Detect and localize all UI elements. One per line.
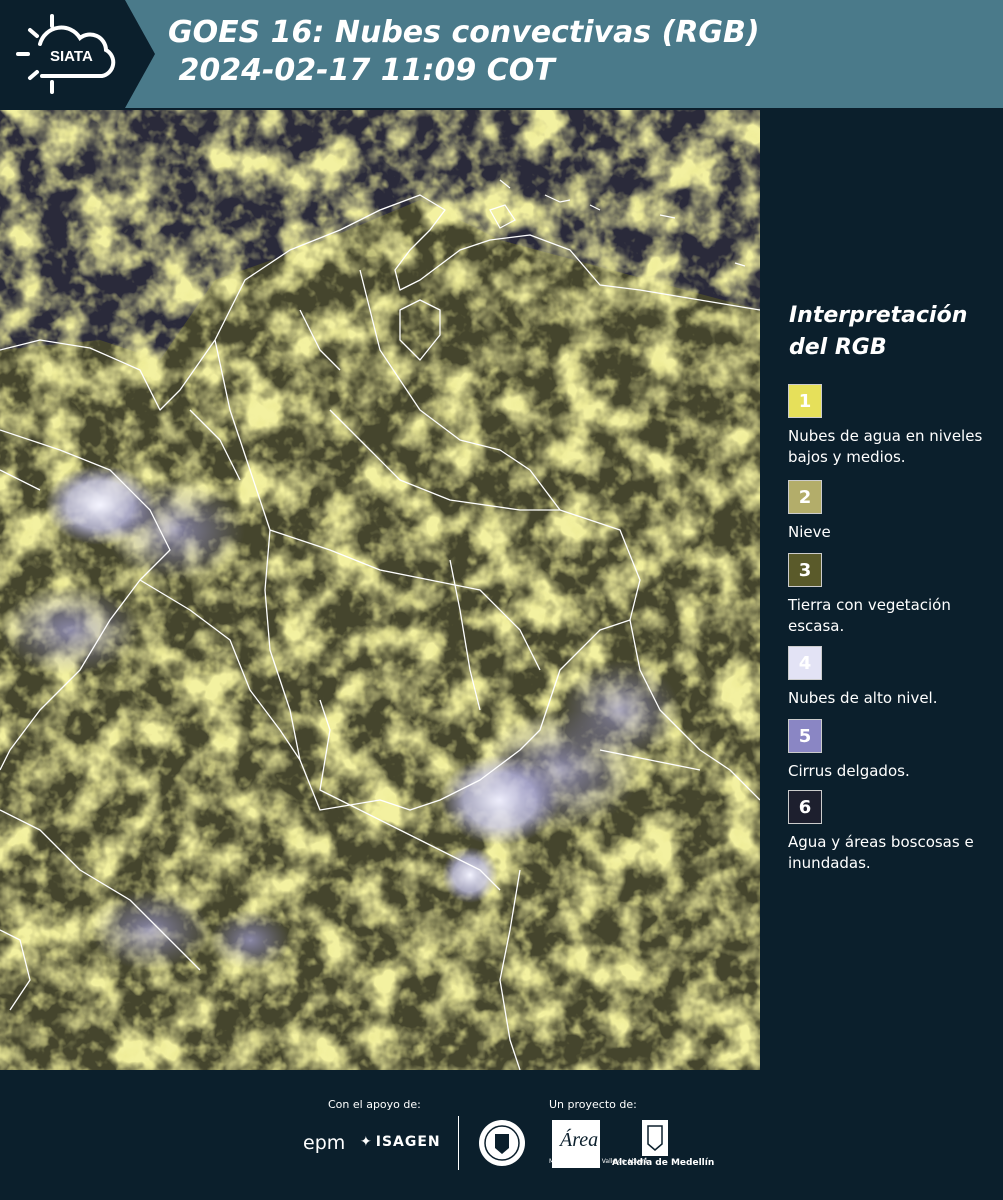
alcaldia-label: Alcaldía de Medellín xyxy=(612,1158,715,1168)
medellin-seal-icon xyxy=(477,1118,527,1172)
legend-item-5: 5 Cirrus delgados. xyxy=(788,719,998,782)
legend-swatch: 4 xyxy=(788,646,822,680)
area-logo-text: Área xyxy=(558,1128,598,1151)
legend-label: Cirrus delgados. xyxy=(788,762,910,780)
footer: Con el apoyo de: Un proyecto de: epm ✦ I… xyxy=(0,1072,1003,1200)
legend-swatch: 1 xyxy=(788,384,822,418)
legend-item-2: 2 Nieve xyxy=(788,480,998,543)
isagen-logo: ✦ ISAGEN xyxy=(360,1134,441,1150)
isagen-icon: ✦ xyxy=(360,1134,372,1150)
legend-label: Nubes de alto nivel. xyxy=(788,689,938,707)
legend-item-3: 3 Tierra con vegetación escasa. xyxy=(788,553,998,637)
legend-item-4: 4 Nubes de alto nivel. xyxy=(788,646,998,709)
legend-label: Nubes de agua en niveles bajos y medios. xyxy=(788,427,983,466)
legend-label: Tierra con vegetación escasa. xyxy=(788,596,951,635)
legend-item-1: 1 Nubes de agua en niveles bajos y medio… xyxy=(788,384,998,468)
logo-text: SIATA xyxy=(50,48,93,65)
legend-swatch: 2 xyxy=(788,480,822,514)
legend-label: Agua y áreas boscosas e inundadas. xyxy=(788,833,974,872)
satellite-map xyxy=(0,110,760,1070)
siata-logo: SIATA xyxy=(0,0,155,108)
isagen-label: ISAGEN xyxy=(375,1134,441,1150)
legend-item-6: 6 Agua y áreas boscosas e inundadas. xyxy=(788,790,998,874)
page-title: GOES 16: Nubes convectivas (RGB) 2024-02… xyxy=(168,15,760,88)
project-label: Un proyecto de: xyxy=(549,1098,637,1111)
alcaldia-shield-icon xyxy=(640,1118,670,1162)
legend-swatch: 6 xyxy=(788,790,822,824)
legend-swatch: 5 xyxy=(788,719,822,753)
header-bar: SIATA GOES 16: Nubes convectivas (RGB) 2… xyxy=(0,0,1003,108)
legend-swatch: 3 xyxy=(788,553,822,587)
epm-logo: epm xyxy=(303,1132,346,1154)
footer-divider xyxy=(458,1116,459,1170)
legend-title: Interpretación del RGB xyxy=(789,303,968,360)
legend-panel: Interpretación del RGB 1 Nubes de agua e… xyxy=(762,110,1003,1070)
legend-label: Nieve xyxy=(788,523,831,541)
support-label: Con el apoyo de: xyxy=(328,1098,421,1111)
